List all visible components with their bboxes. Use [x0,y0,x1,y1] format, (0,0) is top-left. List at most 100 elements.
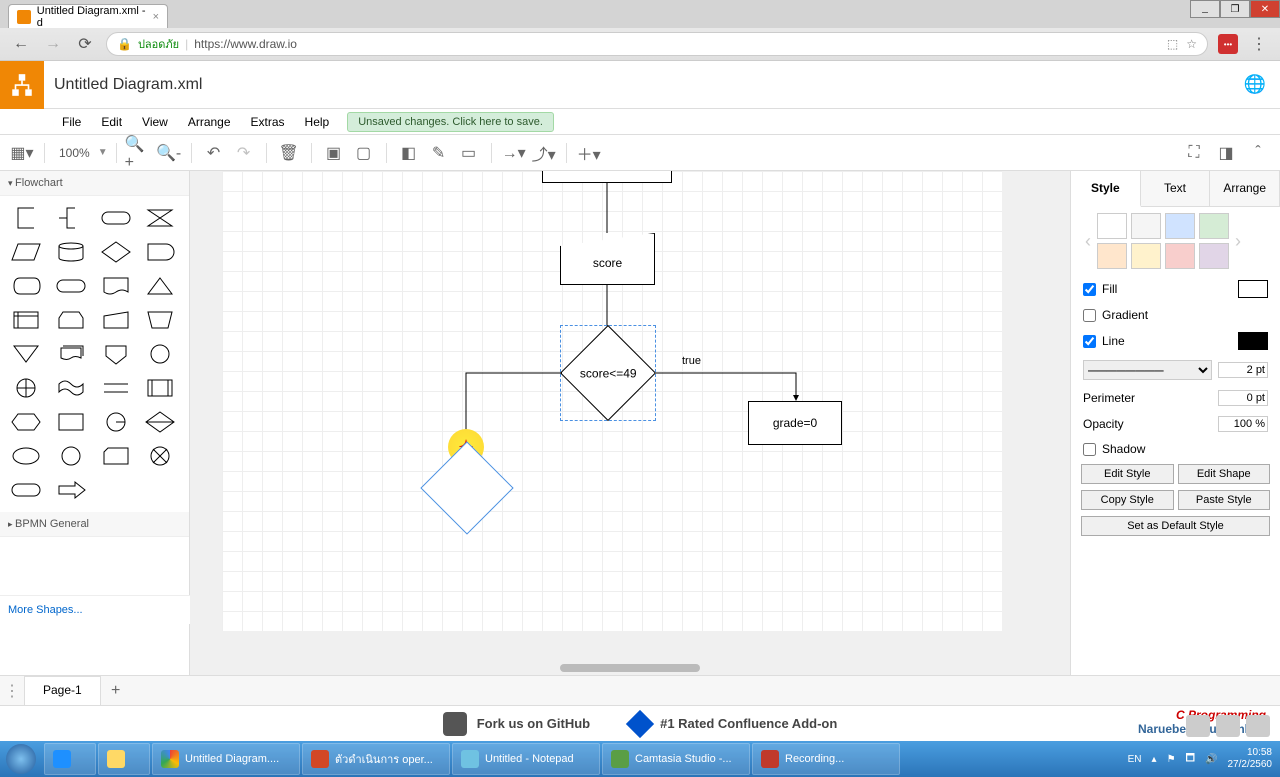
zoom-in-icon[interactable]: 🔍+ [125,139,153,167]
to-front-icon[interactable]: ▣ [320,139,348,167]
node-decision[interactable]: score<=49 [560,325,656,421]
confluence-link[interactable]: #1 Rated Confluence Add-on [630,714,837,734]
shape-manual-input[interactable] [98,306,134,334]
page-tab-1[interactable]: Page-1 [24,676,101,705]
copy-style-button[interactable]: Copy Style [1081,490,1174,510]
shape-decision[interactable] [98,238,134,266]
delete-icon[interactable]: 🗑 [275,139,303,167]
extension-icon[interactable]: ••• [1218,34,1238,54]
gradient-checkbox[interactable] [1083,309,1096,322]
canvas-h-scrollbar[interactable] [190,661,1070,675]
shape-parallel[interactable] [98,374,134,402]
redo-icon[interactable]: ↷ [230,139,258,167]
color-swatch[interactable] [1199,213,1229,239]
fullscreen-icon[interactable]: ⛶ [1180,139,1208,167]
menu-edit[interactable]: Edit [93,111,130,133]
shape-document[interactable] [98,272,134,300]
shadow-checkbox[interactable] [1083,443,1096,456]
line-color-icon[interactable]: ✎ [425,139,453,167]
shape-extract[interactable] [142,272,178,300]
shape-offpage[interactable] [98,340,134,368]
taskbar-camtasia[interactable]: Camtasia Studio -... [602,743,750,775]
set-default-style-button[interactable]: Set as Default Style [1081,516,1270,536]
shape-process[interactable] [53,408,89,436]
window-restore[interactable]: ❐ [1220,0,1250,18]
shape-card[interactable] [98,442,134,470]
palette-flowchart-header[interactable]: Flowchart [0,171,189,196]
tray-flag-icon[interactable]: ⚑ [1167,754,1176,765]
taskbar-chrome[interactable]: Untitled Diagram.... [152,743,300,775]
fill-color-box[interactable] [1238,280,1268,298]
shape-magnetic-disk[interactable] [98,408,134,436]
shape-start[interactable] [8,442,44,470]
color-swatch[interactable] [1097,243,1127,269]
taskbar-explorer[interactable] [98,743,150,775]
shape-database[interactable] [53,238,89,266]
shape-arrow[interactable] [53,476,89,504]
color-swatch[interactable] [1131,213,1161,239]
tab-style[interactable]: Style [1071,171,1141,207]
shape-summing[interactable] [142,442,178,470]
collapse-icon[interactable]: ˆ [1244,139,1272,167]
shape-manual-op[interactable] [142,306,178,334]
shape-merge[interactable] [8,340,44,368]
color-swatch[interactable] [1165,213,1195,239]
forward-button[interactable]: → [42,33,64,55]
to-back-icon[interactable]: ▢ [350,139,378,167]
reload-button[interactable]: ⟳ [74,33,96,55]
connection-icon[interactable]: →▾ [500,139,528,167]
shape-terminator2[interactable] [53,272,89,300]
footer-prev-icon[interactable] [1186,715,1210,737]
shape-stored-data[interactable] [53,442,89,470]
shape-connector[interactable] [142,340,178,368]
add-page-button[interactable]: + [101,676,131,705]
menu-view[interactable]: View [134,111,176,133]
github-link[interactable]: Fork us on GitHub [443,712,590,736]
undo-icon[interactable]: ↶ [200,139,228,167]
canvas-area[interactable]: score score<=49 true grade=0 ✦ [190,171,1070,675]
menu-arrange[interactable]: Arrange [180,111,239,133]
shape-data[interactable] [8,238,44,266]
shape-display[interactable] [8,272,44,300]
node-top-rect[interactable] [542,171,672,183]
translate-icon[interactable]: ⬚ [1167,37,1178,51]
waypoint-icon[interactable]: ⤴▾ [530,139,558,167]
perimeter-input[interactable] [1218,390,1268,406]
tray-volume-icon[interactable]: 🔊 [1205,754,1217,765]
document-title[interactable]: Untitled Diagram.xml [54,76,202,94]
edit-style-button[interactable]: Edit Style [1081,464,1174,484]
fill-color-icon[interactable]: ◧ [395,139,423,167]
tray-lang[interactable]: EN [1128,754,1142,765]
node-score-input[interactable]: score [560,233,655,285]
shape-or[interactable] [8,374,44,402]
browser-menu-icon[interactable]: ⋮ [1248,33,1270,55]
view-mode-icon[interactable]: ▦▾ [8,139,36,167]
more-shapes-link[interactable]: More Shapes... [0,595,190,624]
shape-terminator[interactable] [98,204,134,232]
shape-annotation2[interactable] [53,204,89,232]
globe-icon[interactable]: 🌐 [1244,74,1280,95]
node-new-diamond[interactable] [420,441,513,534]
shadow-icon[interactable]: ▭ [455,139,483,167]
tab-arrange[interactable]: Arrange [1210,171,1280,206]
app-logo[interactable] [0,61,44,109]
system-tray[interactable]: EN ▴ ⚑ 🗖 🔊 10:58 27/2/2560 [1128,747,1272,771]
tray-up-icon[interactable]: ▴ [1152,754,1157,765]
menu-file[interactable]: File [54,111,89,133]
zoom-select[interactable]: 100% [53,144,96,162]
edit-shape-button[interactable]: Edit Shape [1178,464,1271,484]
line-checkbox[interactable] [1083,335,1096,348]
paste-style-button[interactable]: Paste Style [1178,490,1271,510]
shape-delay[interactable] [142,238,178,266]
taskbar-notepad[interactable]: Untitled - Notepad [452,743,600,775]
color-swatch[interactable] [1165,243,1195,269]
page-menu-icon[interactable]: ⋮ [0,676,24,705]
palette-bpmn-header[interactable]: BPMN General [0,512,189,537]
shape-collate[interactable] [142,204,178,232]
tray-clock[interactable]: 10:58 27/2/2560 [1228,747,1273,771]
node-grade[interactable]: grade=0 [748,401,842,445]
opacity-input[interactable] [1218,416,1268,432]
shape-predefined[interactable] [142,374,178,402]
browser-tab[interactable]: Untitled Diagram.xml - d × [8,4,168,28]
start-button[interactable] [0,741,42,777]
